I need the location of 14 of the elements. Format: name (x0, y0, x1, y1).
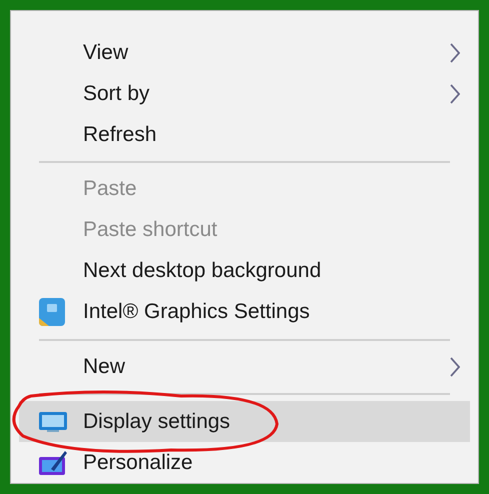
menu-item[interactable]: Personalize (19, 442, 470, 484)
menu-item[interactable]: Next desktop background (19, 250, 470, 292)
menu-item[interactable]: Intel® Graphics Settings (19, 292, 470, 333)
menu-item[interactable]: New (19, 346, 470, 388)
menu-item[interactable]: Refresh (19, 114, 470, 155)
chevron-right-icon (450, 42, 460, 62)
menu-item[interactable]: Display settings (19, 401, 470, 442)
chevron-right-icon (450, 84, 460, 104)
graphics-app-icon (39, 298, 65, 326)
paint-monitor-icon (39, 448, 67, 477)
monitor-icon (39, 412, 67, 432)
chevron-right-icon (450, 356, 460, 377)
menu-item[interactable]: View (19, 32, 470, 73)
menu-item[interactable]: Sort by (19, 73, 470, 114)
